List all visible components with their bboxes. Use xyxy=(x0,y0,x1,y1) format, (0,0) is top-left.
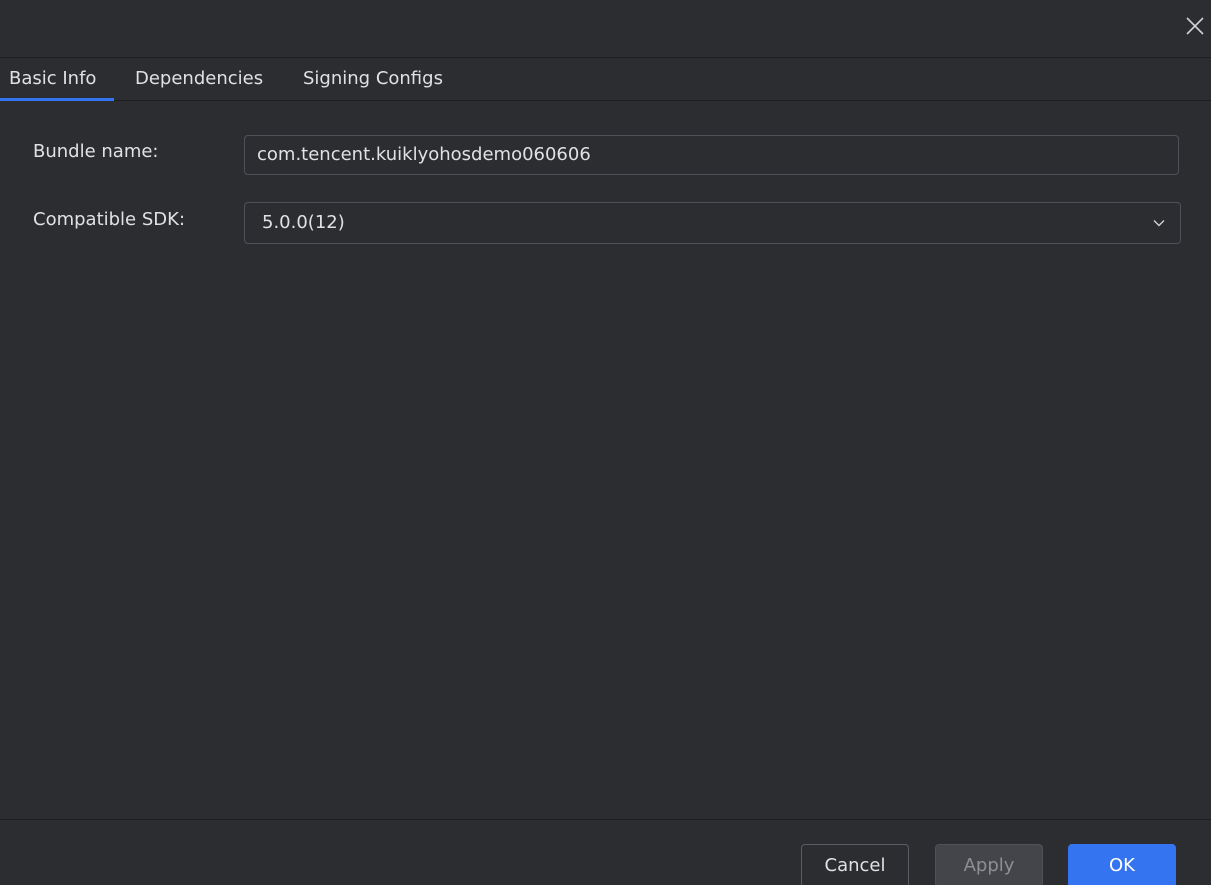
project-structure-dialog: Basic Info Dependencies Signing Configs … xyxy=(0,0,1211,885)
tab-basic-info[interactable]: Basic Info xyxy=(0,58,115,101)
tab-label: Signing Configs xyxy=(303,68,443,89)
compatible-sdk-value: 5.0.0(12) xyxy=(262,212,345,233)
footer-divider xyxy=(0,819,1211,820)
active-tab-indicator xyxy=(0,98,115,101)
tab-bar: Basic Info Dependencies Signing Configs xyxy=(0,58,1211,101)
bundle-name-label: Bundle name: xyxy=(33,141,159,162)
close-button[interactable] xyxy=(1183,14,1207,38)
ok-button[interactable]: OK xyxy=(1068,844,1176,885)
close-icon xyxy=(1186,17,1204,35)
tab-label: Basic Info xyxy=(9,68,97,89)
bundle-name-input[interactable]: com.tencent.kuiklyohosdemo060606 xyxy=(244,135,1179,175)
compatible-sdk-label: Compatible SDK: xyxy=(33,209,186,230)
tab-signing-configs[interactable]: Signing Configs xyxy=(303,58,443,100)
cancel-button[interactable]: Cancel xyxy=(801,844,909,885)
tab-dependencies[interactable]: Dependencies xyxy=(135,58,263,100)
compatible-sdk-select[interactable]: 5.0.0(12) xyxy=(244,202,1181,244)
tab-label: Dependencies xyxy=(135,68,264,89)
dialog-titlebar xyxy=(0,0,1211,58)
apply-button[interactable]: Apply xyxy=(935,844,1043,885)
chevron-down-icon xyxy=(1153,220,1165,227)
